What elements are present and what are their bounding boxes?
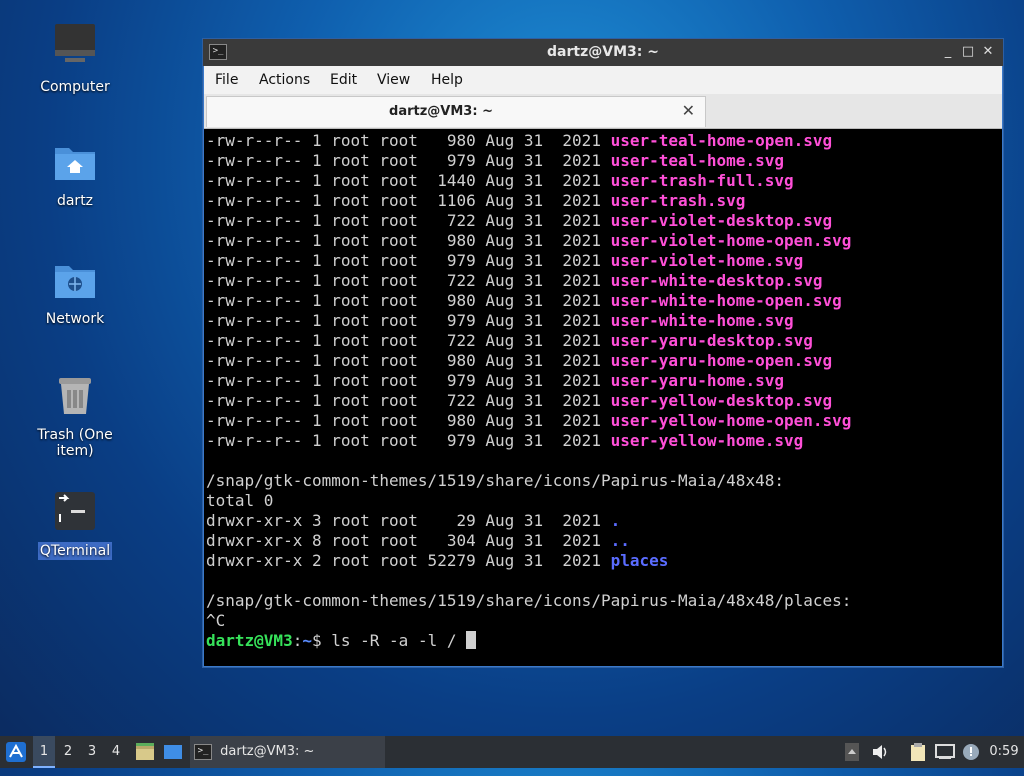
terminal-path-line: /snap/gtk-common-themes/1519/share/icons… — [206, 591, 852, 610]
desktop-icon-label: dartz — [56, 193, 94, 209]
terminal-line: -rw-r--r-- 1 root root 1440 Aug 31 2021 … — [206, 171, 794, 190]
terminal-line: -rw-r--r-- 1 root root 979 Aug 31 2021 u… — [206, 311, 794, 330]
home-folder-icon — [15, 140, 135, 188]
desktop-icon-qterminal[interactable]: QTerminal — [15, 490, 135, 560]
window-title: dartz@VM3: ~ — [547, 44, 659, 60]
terminal-line: -rw-r--r-- 1 root root 980 Aug 31 2021 u… — [206, 291, 842, 310]
terminal-line: -rw-r--r-- 1 root root 980 Aug 31 2021 u… — [206, 351, 833, 370]
file-manager-icon — [136, 743, 154, 760]
terminal-line: -rw-r--r-- 1 root root 1106 Aug 31 2021 … — [206, 191, 746, 210]
tab-close-icon[interactable]: ✕ — [682, 101, 695, 120]
menu-file[interactable]: File — [215, 72, 238, 88]
terminal-prompt-line[interactable]: dartz@VM3:~$ ls -R -a -l / — [206, 631, 1002, 651]
menu-edit[interactable]: Edit — [330, 72, 357, 88]
terminal-line: -rw-r--r-- 1 root root 722 Aug 31 2021 u… — [206, 211, 833, 230]
prompt-path: ~ — [302, 631, 312, 650]
trash-icon — [15, 374, 135, 422]
terminal-line: -rw-r--r-- 1 root root 722 Aug 31 2021 u… — [206, 391, 833, 410]
desktop-icon-label: Computer — [40, 79, 110, 95]
tab-bar: dartz@VM3: ~ ✕ — [204, 94, 1002, 129]
desktop-icon-network[interactable]: Network — [15, 258, 135, 328]
terminal-line: drwxr-xr-x 8 root root 304 Aug 31 2021 .… — [206, 531, 630, 550]
qterminal-icon — [15, 490, 135, 538]
clock[interactable]: 0:59 — [986, 736, 1022, 768]
terminal-line: drwxr-xr-x 3 root root 29 Aug 31 2021 . — [206, 511, 621, 530]
terminal-line: -rw-r--r-- 1 root root 980 Aug 31 2021 u… — [206, 131, 833, 150]
task-button-terminal[interactable]: >_ dartz@VM3: ~ — [190, 736, 385, 768]
tray-scroll-up-icon[interactable] — [843, 736, 861, 768]
computer-icon — [15, 22, 135, 74]
desktop-icon — [164, 745, 182, 759]
desktop-icon-label: QTerminal — [37, 542, 113, 560]
task-label: dartz@VM3: ~ — [220, 744, 315, 759]
terminal-window: >_ dartz@VM3: ~ _ □ ✕ File Actions Edit … — [202, 38, 1004, 668]
terminal-task-icon: >_ — [194, 743, 212, 760]
menu-help[interactable]: Help — [431, 72, 463, 88]
workspace-4[interactable]: 4 — [105, 736, 127, 768]
prompt-dollar: $ — [311, 631, 332, 650]
minimize-button[interactable]: _ — [939, 43, 957, 61]
prompt-user: dartz@VM3 — [206, 631, 293, 650]
menu-actions[interactable]: Actions — [259, 72, 310, 88]
desktop-icon-computer[interactable]: Computer — [15, 22, 135, 96]
app-menu-icon — [6, 742, 26, 762]
workspace-2[interactable]: 2 — [57, 736, 79, 768]
terminal-tab[interactable]: dartz@VM3: ~ ✕ — [206, 96, 706, 127]
terminal-line: -rw-r--r-- 1 root root 979 Aug 31 2021 u… — [206, 251, 804, 270]
prompt-separator: : — [292, 631, 303, 650]
start-menu-button[interactable] — [2, 736, 30, 768]
workspace-3[interactable]: 3 — [81, 736, 103, 768]
terminal-line: -rw-r--r-- 1 root root 979 Aug 31 2021 u… — [206, 151, 784, 170]
clipboard-icon[interactable] — [906, 736, 930, 768]
terminal-path-line: /snap/gtk-common-themes/1519/share/icons… — [206, 471, 784, 490]
terminal-line: -rw-r--r-- 1 root root 979 Aug 31 2021 u… — [206, 431, 804, 450]
prompt-command: ls -R -a -l / — [331, 631, 467, 650]
terminal-line: -rw-r--r-- 1 root root 980 Aug 31 2021 u… — [206, 231, 852, 250]
close-button[interactable]: ✕ — [979, 43, 997, 61]
terminal-line: -rw-r--r-- 1 root root 722 Aug 31 2021 u… — [206, 271, 823, 290]
update-notifier-icon[interactable] — [960, 736, 984, 768]
taskbar: 1 2 3 4 >_ dartz@VM3: ~ 0:59 — [0, 736, 1024, 768]
terminal-line: -rw-r--r-- 1 root root 980 Aug 31 2021 u… — [206, 411, 852, 430]
terminal-line: -rw-r--r-- 1 root root 722 Aug 31 2021 u… — [206, 331, 813, 350]
terminal-line: drwxr-xr-x 2 root root 52279 Aug 31 2021… — [206, 551, 669, 570]
window-titlebar[interactable]: >_ dartz@VM3: ~ _ □ ✕ — [203, 39, 1003, 66]
terminal-line: -rw-r--r-- 1 root root 979 Aug 31 2021 u… — [206, 371, 784, 390]
volume-icon[interactable] — [868, 736, 892, 768]
text-cursor — [466, 631, 477, 649]
desktop-icon-label: Network — [45, 311, 105, 327]
terminal-interrupt-line: ^C — [206, 611, 226, 630]
terminal-output[interactable]: -rw-r--r-- 1 root root 980 Aug 31 2021 u… — [204, 129, 1002, 666]
workspace-1[interactable]: 1 — [33, 736, 55, 768]
menu-bar: File Actions Edit View Help — [204, 66, 1002, 94]
network-tray-icon[interactable] — [933, 736, 957, 768]
desktop-icon-home-folder[interactable]: dartz — [15, 140, 135, 210]
network-folder-icon — [15, 258, 135, 306]
show-desktop-button[interactable] — [161, 736, 185, 768]
desktop-icon-label: Trash (One item) — [37, 427, 113, 459]
desktop-icon-trash[interactable]: Trash (One item) — [15, 374, 135, 460]
tab-label: dartz@VM3: ~ — [389, 104, 493, 119]
maximize-button[interactable]: □ — [959, 43, 977, 61]
file-manager-launcher[interactable] — [133, 736, 157, 768]
menu-view[interactable]: View — [377, 72, 410, 88]
terminal-total-line: total 0 — [206, 491, 274, 510]
